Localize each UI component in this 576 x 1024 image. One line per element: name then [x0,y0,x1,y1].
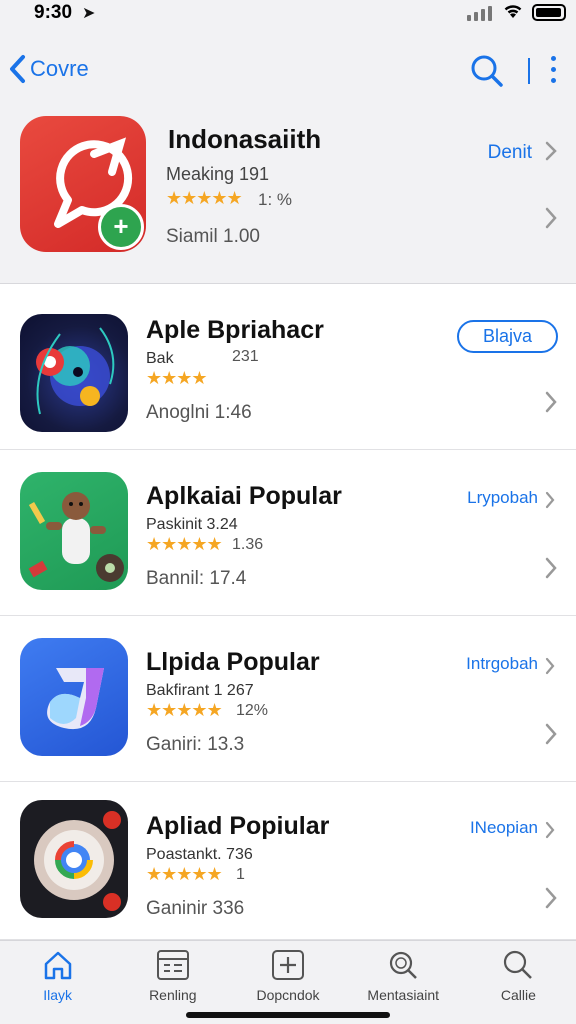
app-size: Ganiri: 13.3 [146,734,245,755]
search-icon [504,950,533,979]
tab-bar: Ilayk Renling Dopcndok Mentasiaint Calli… [0,940,576,1024]
rating-stars: ★★★★★ [166,188,243,208]
app-action-button[interactable]: Blajva [456,320,558,353]
app-size: Bannil: 17.4 [146,568,247,589]
app-rating: 1.36 [232,536,264,553]
app-icon [20,800,128,918]
app-icon [20,472,128,590]
calendar-icon [156,950,189,980]
home-indicator[interactable] [186,1012,390,1018]
featured-app-rating: 1: % [258,190,293,209]
search-icon [471,55,503,87]
app-name: Apliad Popiular [146,812,330,840]
app-category: Bakfirant 1 267 [146,682,254,699]
app-name: Aple Bpriahacr [146,316,324,344]
chevron-left-icon [10,55,25,83]
battery-icon [532,4,566,21]
tab-label: Ilayk [43,987,72,1003]
app-rating: 12% [236,702,269,719]
app-size: Ganinir 336 [146,898,245,919]
app-icon [20,638,128,756]
list-item[interactable]: Aple Bpriahacr Bak ★★★★ 231 Anoglni 1:46… [0,286,576,450]
tab-label: Mentasiaint [367,987,439,1003]
featured-app-title: Indonasaiith [168,124,322,154]
tab-label: Renling [149,987,197,1003]
app-rating: 1 [236,866,245,883]
rating-stars: ★★★★★ [146,700,223,720]
app-action-link[interactable]: INeopian [470,818,538,838]
chevron-right-icon [545,391,557,413]
navigation-bar: Covre [0,26,576,116]
chevron-right-icon [545,723,557,745]
list-item[interactable]: Apliad Popiular Poastankt. 736 ★★★★★ 1 G… [0,782,576,940]
app-size: Anoglni 1:46 [146,402,252,423]
app-icon [20,314,128,432]
status-bar: 9:30 ➤ [0,0,576,26]
featured-action-link[interactable]: Denit [488,142,532,164]
app-action-link[interactable]: Lrypobah [467,488,538,508]
app-category: Poastankt. 736 [146,846,253,863]
toolbar-divider [528,58,530,84]
app-name: Llpida Popular [146,648,320,676]
chevron-right-icon[interactable] [544,206,558,230]
back-button[interactable]: Covre [8,54,89,84]
chevron-right-icon [545,821,555,839]
featured-app[interactable]: + Indonasaiith Meaking 191 ★★★★★ 1: % Si… [0,116,576,284]
home-icon [44,951,71,980]
featured-app-icon: + [20,116,146,252]
app-rating: 231 [232,348,259,365]
zoom-icon [390,951,418,979]
wifi-icon [502,2,524,25]
app-action-link[interactable]: Intrgobah [466,654,538,674]
tab-label: Dopcndok [256,987,320,1003]
cellular-signal-icon [467,6,492,21]
rating-stars: ★★★★★ [146,534,223,554]
more-options-button[interactable] [551,56,556,83]
rating-stars: ★★★★★ [146,864,223,884]
tab-home[interactable]: Ilayk [0,941,115,1024]
tab-label: Callie [500,987,536,1003]
app-category: Paskinit 3.24 [146,516,238,533]
list-item[interactable]: Llpida Popular Bakfirant 1 267 ★★★★★ 12%… [0,618,576,782]
chevron-right-icon [545,141,557,161]
status-time: 9:30 [34,2,73,23]
search-button[interactable] [470,54,504,93]
chevron-right-icon [545,887,557,909]
rating-stars: ★★★★ [146,368,208,388]
app-name: Aplkaiai Popular [146,482,342,510]
chevron-right-icon [545,657,555,675]
featured-app-size: Siamil 1.00 [166,226,260,247]
plus-box-icon [272,950,304,980]
list-item[interactable]: Aplkaiai Popular Paskinit 3.24 ★★★★★ 1.3… [0,452,576,616]
featured-badge-icon: + [98,204,144,250]
back-button-label: Covre [30,56,89,81]
app-category: Bak [146,350,174,367]
tab-search[interactable]: Callie [461,941,576,1024]
chevron-right-icon [545,491,555,509]
location-arrow-icon: ➤ [82,5,96,22]
chevron-right-icon [545,557,557,579]
featured-app-subtitle: Meaking 191 [166,164,270,184]
